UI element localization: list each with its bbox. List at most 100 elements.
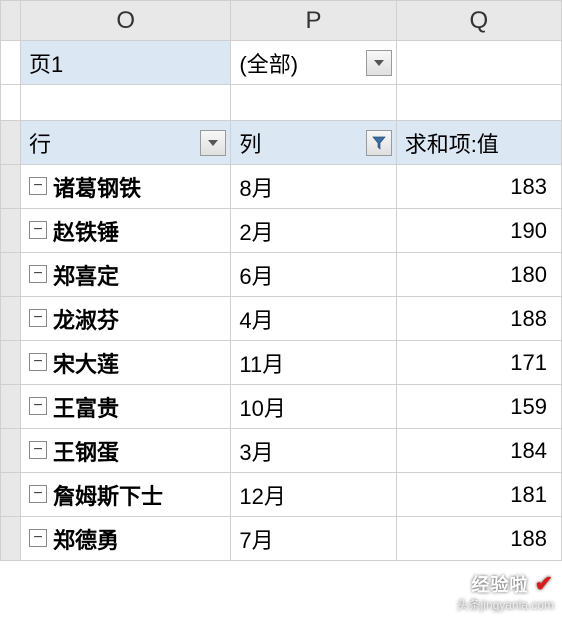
page-filter-value: (全部) bbox=[239, 52, 298, 77]
check-icon: ✔ bbox=[535, 571, 554, 596]
pivot-row-label: 行 bbox=[29, 132, 51, 157]
pivot-row-name-cell[interactable]: −王富贵 bbox=[21, 385, 231, 429]
page-filter-dropdown[interactable] bbox=[366, 50, 392, 76]
row-header[interactable] bbox=[1, 85, 21, 121]
collapse-icon[interactable]: − bbox=[29, 221, 47, 239]
table-row: −王钢蛋3月184 bbox=[1, 429, 562, 473]
pivot-row-dropdown[interactable] bbox=[200, 130, 226, 156]
pivot-value-cell[interactable]: 188 bbox=[396, 297, 561, 341]
watermark-url: 头条jingyanla.com bbox=[457, 598, 554, 614]
pivot-month-cell[interactable]: 10月 bbox=[231, 385, 396, 429]
row-month-label: 4月 bbox=[239, 308, 273, 333]
collapse-icon[interactable]: − bbox=[29, 529, 47, 547]
pivot-month-cell[interactable]: 11月 bbox=[231, 341, 396, 385]
collapse-icon[interactable]: − bbox=[29, 397, 47, 415]
collapse-icon[interactable]: − bbox=[29, 177, 47, 195]
pivot-value-cell[interactable]: 171 bbox=[396, 341, 561, 385]
pivot-col-label: 列 bbox=[239, 132, 261, 157]
watermark: 经验啦 ✔ 头条jingyanla.com bbox=[457, 570, 554, 614]
row-header[interactable] bbox=[1, 41, 21, 85]
pivot-row-name-cell[interactable]: −郑喜定 bbox=[21, 253, 231, 297]
row-name-label: 赵铁锤 bbox=[53, 220, 119, 245]
row-name-label: 龙淑芬 bbox=[53, 308, 119, 333]
col-header-Q[interactable]: Q bbox=[396, 1, 561, 41]
pivot-month-cell[interactable]: 3月 bbox=[231, 429, 396, 473]
row-month-label: 10月 bbox=[239, 396, 285, 421]
row-value-label: 181 bbox=[510, 482, 547, 507]
chevron-down-icon bbox=[207, 138, 219, 148]
pivot-col-header[interactable]: 列 bbox=[231, 121, 396, 165]
pivot-row-name-cell[interactable]: −龙淑芬 bbox=[21, 297, 231, 341]
page-filter-value-cell[interactable]: (全部) bbox=[231, 41, 396, 85]
row-header[interactable] bbox=[1, 429, 21, 473]
pivot-value-cell[interactable]: 181 bbox=[396, 473, 561, 517]
empty-cell[interactable] bbox=[396, 41, 561, 85]
row-name-label: 王富贵 bbox=[53, 396, 119, 421]
pivot-month-cell[interactable]: 12月 bbox=[231, 473, 396, 517]
pivot-month-cell[interactable]: 7月 bbox=[231, 517, 396, 561]
pivot-row-name-cell[interactable]: −宋大莲 bbox=[21, 341, 231, 385]
row-header[interactable] bbox=[1, 165, 21, 209]
pivot-row-name-cell[interactable]: −詹姆斯下士 bbox=[21, 473, 231, 517]
row-value-label: 183 bbox=[510, 174, 547, 199]
table-row: −詹姆斯下士 12月 181 bbox=[1, 473, 562, 517]
pivot-month-cell[interactable]: 2月 bbox=[231, 209, 396, 253]
collapse-icon[interactable]: − bbox=[29, 309, 47, 327]
empty-cell[interactable] bbox=[21, 85, 231, 121]
row-header[interactable] bbox=[1, 297, 21, 341]
pivot-value-cell[interactable]: 180 bbox=[396, 253, 561, 297]
empty-row bbox=[1, 85, 562, 121]
row-name-label: 郑德勇 bbox=[53, 528, 119, 553]
pivot-row-name-cell[interactable]: −王钢蛋 bbox=[21, 429, 231, 473]
pivot-month-cell[interactable]: 6月 bbox=[231, 253, 396, 297]
pivot-value-cell[interactable]: 190 bbox=[396, 209, 561, 253]
row-name-label: 詹姆斯下士 bbox=[53, 484, 163, 509]
row-month-label: 7月 bbox=[239, 528, 273, 553]
row-header[interactable] bbox=[1, 341, 21, 385]
row-name-label: 宋大莲 bbox=[53, 352, 119, 377]
corner-cell[interactable] bbox=[1, 1, 21, 41]
row-value-label: 159 bbox=[510, 394, 547, 419]
pivot-row-name-cell[interactable]: −郑德勇 bbox=[21, 517, 231, 561]
pivot-row-name-cell[interactable]: −赵铁锤 bbox=[21, 209, 231, 253]
row-name-label: 诸葛钢铁 bbox=[53, 176, 141, 201]
chevron-down-icon bbox=[373, 58, 385, 68]
col-header-O[interactable]: O bbox=[21, 1, 231, 41]
pivot-sum-label: 求和项:值 bbox=[405, 132, 499, 157]
filter-funnel-icon bbox=[372, 136, 386, 150]
table-row: −龙淑芬 4月 188 bbox=[1, 297, 562, 341]
table-row: −郑德勇 7月 188 bbox=[1, 517, 562, 561]
row-header[interactable] bbox=[1, 385, 21, 429]
row-value-label: 188 bbox=[510, 306, 547, 331]
pivot-row-name-cell[interactable]: −诸葛钢铁 bbox=[21, 165, 231, 209]
empty-cell[interactable] bbox=[396, 85, 561, 121]
collapse-icon[interactable]: − bbox=[29, 485, 47, 503]
table-row: −宋大莲11月171 bbox=[1, 341, 562, 385]
row-header[interactable] bbox=[1, 209, 21, 253]
table-row: −赵铁锤 2月 190 bbox=[1, 209, 562, 253]
row-header[interactable] bbox=[1, 517, 21, 561]
collapse-icon[interactable]: − bbox=[29, 265, 47, 283]
row-header[interactable] bbox=[1, 121, 21, 165]
page-filter-label-cell[interactable]: 页1 bbox=[21, 41, 231, 85]
pivot-col-filter[interactable] bbox=[366, 130, 392, 156]
pivot-value-cell[interactable]: 159 bbox=[396, 385, 561, 429]
pivot-row-header[interactable]: 行 bbox=[21, 121, 231, 165]
row-header[interactable] bbox=[1, 253, 21, 297]
pivot-month-cell[interactable]: 8月 bbox=[231, 165, 396, 209]
empty-cell[interactable] bbox=[231, 85, 396, 121]
row-month-label: 2月 bbox=[239, 220, 273, 245]
pivot-value-cell[interactable]: 188 bbox=[396, 517, 561, 561]
row-header[interactable] bbox=[1, 473, 21, 517]
pivot-value-cell[interactable]: 183 bbox=[396, 165, 561, 209]
page-filter-row: 页1 (全部) bbox=[1, 41, 562, 85]
pivot-value-cell[interactable]: 184 bbox=[396, 429, 561, 473]
row-month-label: 8月 bbox=[239, 176, 273, 201]
col-header-P[interactable]: P bbox=[231, 1, 396, 41]
table-row: −王富贵 10月 159 bbox=[1, 385, 562, 429]
collapse-icon[interactable]: − bbox=[29, 441, 47, 459]
pivot-sum-header[interactable]: 求和项:值 bbox=[396, 121, 561, 165]
collapse-icon[interactable]: − bbox=[29, 353, 47, 371]
pivot-month-cell[interactable]: 4月 bbox=[231, 297, 396, 341]
row-month-label: 12月 bbox=[239, 484, 285, 509]
